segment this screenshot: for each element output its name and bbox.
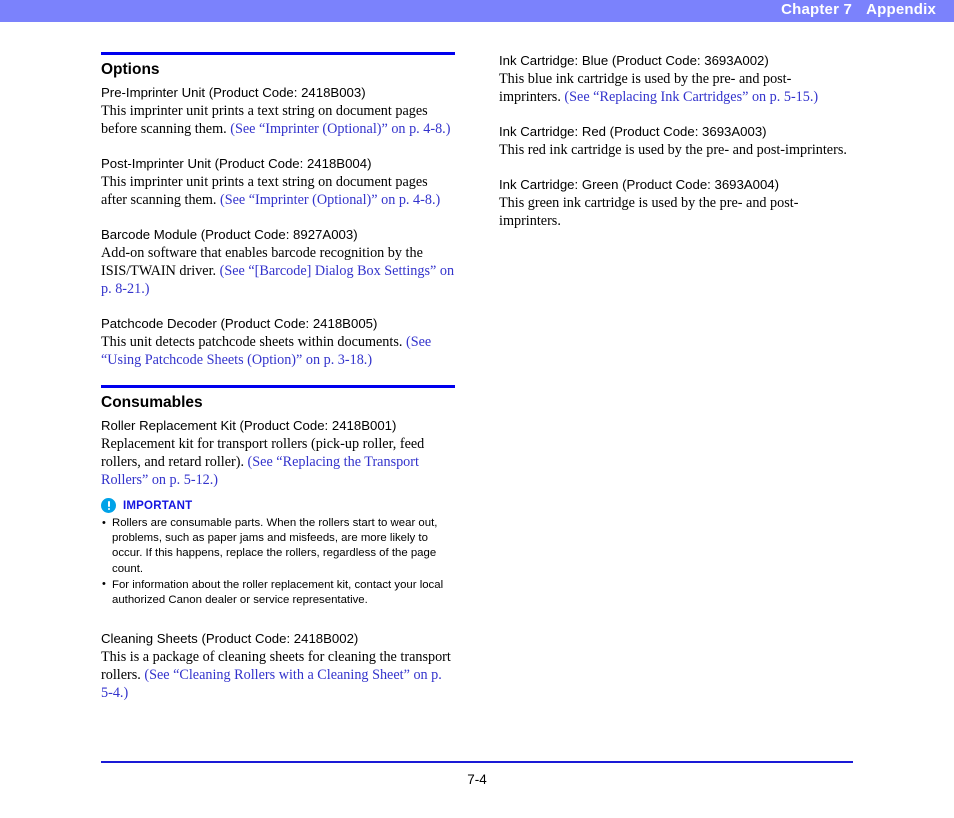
article-title: Pre-Imprinter Unit (Product Code: 2418B0… [101,85,366,100]
list-item: For information about the roller replace… [101,577,455,608]
article-pre-imprinter: Pre-Imprinter Unit (Product Code: 2418B0… [101,84,455,138]
article-ink-cartridge-green: Ink Cartridge: Green (Product Code: 3693… [499,176,853,230]
article-body: This imprinter unit prints a text string… [101,102,455,138]
important-exclamation-icon [101,498,116,513]
important-notice-header: IMPORTANT [101,498,455,513]
right-column: Ink Cartridge: Blue (Product Code: 3693A… [499,52,853,230]
page-header-band: Chapter 7 Appendix [0,0,954,22]
important-notice-label: IMPORTANT [123,499,193,512]
left-column: Options Pre-Imprinter Unit (Product Code… [101,52,455,702]
header-chapter-label: Chapter 7 [781,1,853,18]
important-notice: IMPORTANT Rollers are consumable parts. … [101,498,455,608]
article-post-imprinter: Post-Imprinter Unit (Product Code: 2418B… [101,155,455,209]
article-title: Post-Imprinter Unit (Product Code: 2418B… [101,156,372,171]
page-content: Options Pre-Imprinter Unit (Product Code… [101,52,853,702]
two-column-layout: Options Pre-Imprinter Unit (Product Code… [101,52,853,702]
article-ink-cartridge-red: Ink Cartridge: Red (Product Code: 3693A0… [499,123,853,159]
article-text: This red ink cartridge is used by the pr… [499,142,847,158]
article-barcode-module: Barcode Module (Product Code: 8927A003) … [101,226,455,298]
article-text: This green ink cartridge is used by the … [499,195,799,229]
header-section-label: Appendix [866,1,936,18]
article-body: Replacement kit for transport rollers (p… [101,435,455,489]
article-body: This unit detects patchcode sheets withi… [101,333,455,369]
article-title: Cleaning Sheets (Product Code: 2418B002) [101,631,359,647]
page-number: 7-4 [467,772,487,787]
footer-rule [101,761,853,763]
article-cleaning-sheets: Cleaning Sheets (Product Code: 2418B002)… [101,630,455,702]
article-body: This imprinter unit prints a text string… [101,173,455,209]
header-title: Chapter 7 Appendix [781,1,936,18]
section-heading-consumables: Consumables [101,394,203,411]
cross-reference-link[interactable]: (See “Imprinter (Optional)” on p. 4-8.) [220,192,440,208]
article-body: This red ink cartridge is used by the pr… [499,141,853,159]
article-body: This is a package of cleaning sheets for… [101,648,455,702]
article-title: Roller Replacement Kit (Product Code: 24… [101,418,397,433]
section-options: Options Pre-Imprinter Unit (Product Code… [101,52,455,369]
section-rule [101,385,455,388]
article-title: Patchcode Decoder (Product Code: 2418B00… [101,316,378,331]
cross-reference-link[interactable]: (See “Replacing Ink Cartridges” on p. 5-… [564,89,818,105]
article-title: Ink Cartridge: Red (Product Code: 3693A0… [499,124,767,139]
article-body: This green ink cartridge is used by the … [499,194,853,230]
section-rule [101,52,455,55]
article-title: Ink Cartridge: Blue (Product Code: 3693A… [499,53,769,68]
article-body: This blue ink cartridge is used by the p… [499,70,853,106]
article-title: Ink Cartridge: Green (Product Code: 3693… [499,177,780,192]
cross-reference-link[interactable]: (See “Imprinter (Optional)” on p. 4-8.) [230,121,450,137]
article-roller-replacement-kit: Roller Replacement Kit (Product Code: 24… [101,417,455,489]
article-body: Add-on software that enables barcode rec… [101,244,455,298]
article-ink-cartridge-blue: Ink Cartridge: Blue (Product Code: 3693A… [499,52,853,106]
section-consumables: Consumables Roller Replacement Kit (Prod… [101,385,455,702]
article-title: Barcode Module (Product Code: 8927A003) [101,227,358,242]
article-text: This unit detects patchcode sheets withi… [101,334,406,350]
cross-reference-link[interactable]: (See “Cleaning Rollers with a Cleaning S… [101,667,442,701]
important-notice-list: Rollers are consumable parts. When the r… [101,516,455,608]
list-item: Rollers are consumable parts. When the r… [101,516,455,577]
section-heading-options: Options [101,61,160,78]
article-patchcode-decoder: Patchcode Decoder (Product Code: 2418B00… [101,315,455,369]
